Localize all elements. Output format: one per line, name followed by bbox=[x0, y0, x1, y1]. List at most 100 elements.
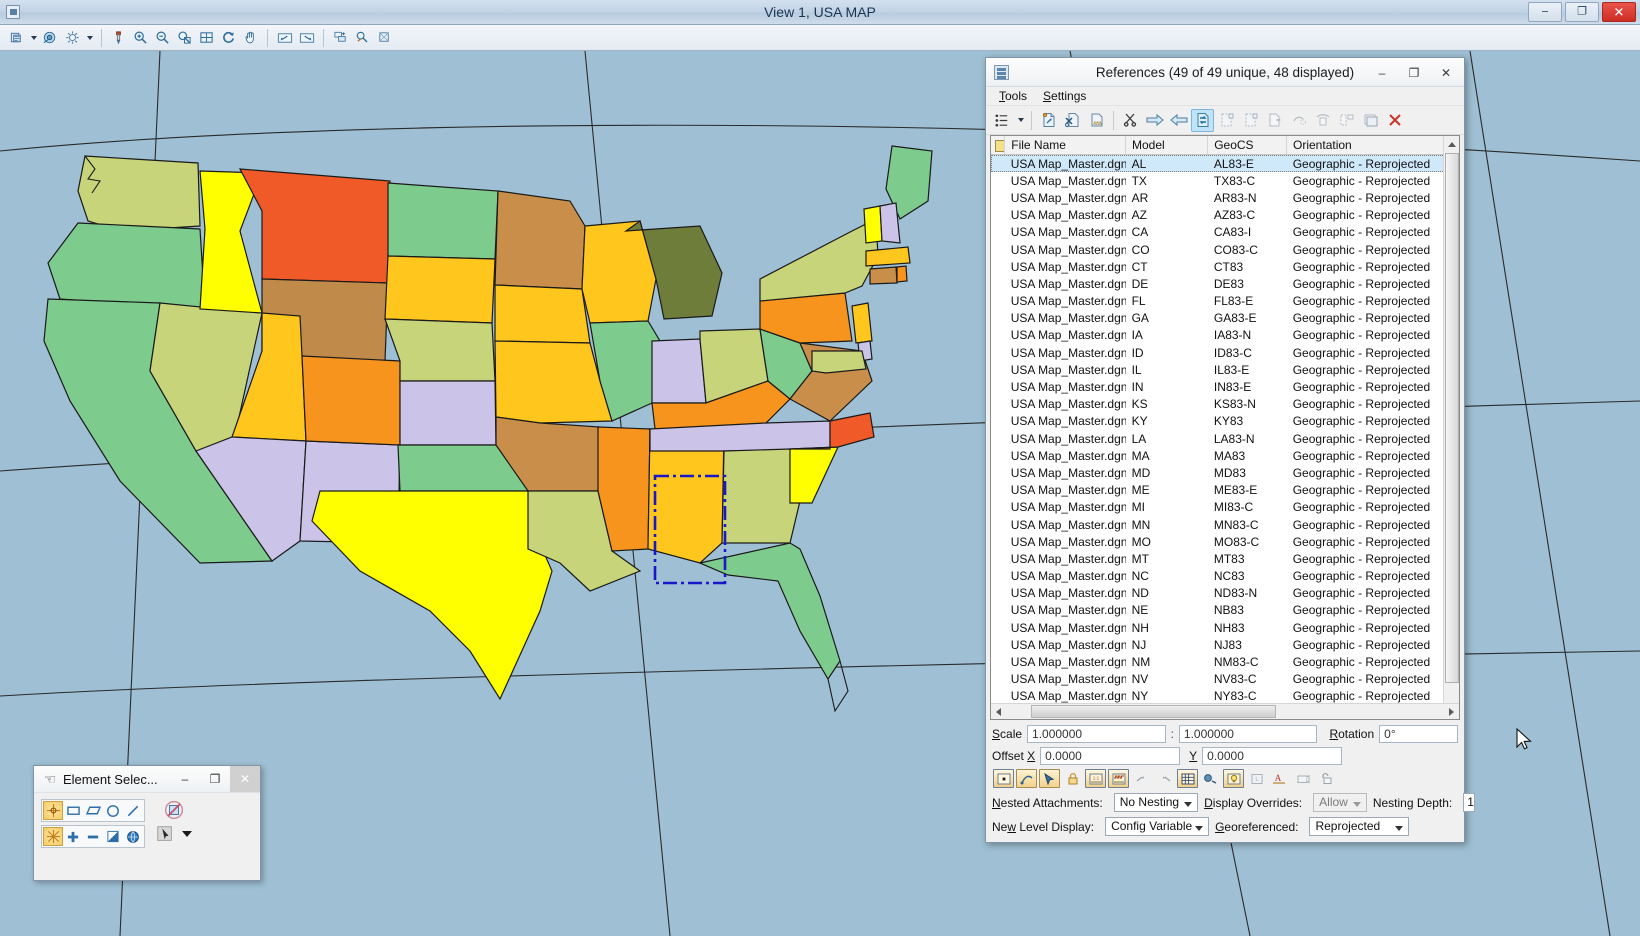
chevron-down-icon[interactable] bbox=[180, 828, 194, 840]
display-overrides-select[interactable]: Allow bbox=[1313, 793, 1367, 812]
table-row[interactable]: USA Map_Master.dgn TX TX83-C Geographic - R… bbox=[991, 172, 1459, 189]
merge-into-master-icon[interactable] bbox=[1287, 109, 1310, 132]
element-selection-minimize-button[interactable]: – bbox=[170, 766, 200, 792]
clip-reference-icon[interactable] bbox=[1119, 109, 1142, 132]
unlock-toggle-icon[interactable] bbox=[1315, 769, 1336, 788]
references-list-body[interactable]: USA Map_Master.dgn AL AL83-E Geographic - R… bbox=[991, 155, 1459, 703]
offset-x-input[interactable]: 0.0000 bbox=[1040, 747, 1181, 765]
mode-clear-all-icon[interactable] bbox=[123, 827, 143, 846]
element-selection-maximize-button[interactable]: ❐ bbox=[200, 766, 230, 792]
table-row[interactable]: USA Map_Master.dgn AR AR83-N Geographic - R… bbox=[991, 189, 1459, 206]
update-view-icon[interactable] bbox=[108, 27, 129, 48]
vertical-scroll-thumb[interactable] bbox=[1445, 153, 1459, 683]
view-previous-icon[interactable] bbox=[274, 27, 295, 48]
view-brightness-dropdown-icon[interactable] bbox=[84, 27, 95, 48]
close-button[interactable]: ✕ bbox=[1602, 2, 1636, 22]
minimize-button[interactable]: – bbox=[1528, 2, 1562, 22]
georeferenced-select[interactable]: Reprojected bbox=[1309, 817, 1410, 836]
select-line-icon[interactable] bbox=[123, 801, 143, 820]
table-row[interactable]: USA Map_Master.dgn IA IA83-N Geographic - R… bbox=[991, 327, 1459, 344]
offset-y-input[interactable]: 0.0000 bbox=[1202, 747, 1343, 765]
horizontal-scroll-thumb[interactable] bbox=[1031, 705, 1276, 718]
select-circle-icon[interactable] bbox=[103, 801, 123, 820]
restore-button[interactable]: ❐ bbox=[1565, 2, 1599, 22]
use-lights-toggle-icon[interactable] bbox=[1223, 769, 1244, 788]
table-row[interactable]: USA Map_Master.dgn KS KS83-N Geographic - R… bbox=[991, 396, 1459, 413]
make-direct-attachment-icon[interactable] bbox=[1311, 109, 1334, 132]
table-row[interactable]: USA Map_Master.dgn NY NY83-C Geographic - R… bbox=[991, 688, 1459, 703]
references-list[interactable]: File Name Model GeoCS Orientation USA Ma… bbox=[990, 135, 1460, 720]
table-row[interactable]: USA Map_Master.dgn MO MO83-C Geographic - R… bbox=[991, 533, 1459, 550]
scroll-left-icon[interactable] bbox=[991, 704, 1007, 719]
table-row[interactable]: USA Map_Master.dgn CO CO83-C Geographic - R… bbox=[991, 241, 1459, 258]
column-header-model[interactable]: Model bbox=[1126, 136, 1209, 154]
table-row[interactable]: USA Map_Master.dgn NE NB83 Geographic - Rep… bbox=[991, 602, 1459, 619]
copy-view-icon[interactable] bbox=[330, 27, 351, 48]
table-row[interactable]: USA Map_Master.dgn ND ND83-N Geographic - R… bbox=[991, 585, 1459, 602]
table-row[interactable]: USA Map_Master.dgn CA CA83-I Geographic - R… bbox=[991, 224, 1459, 241]
select-block-icon[interactable] bbox=[63, 801, 83, 820]
plot-toggle-icon[interactable] bbox=[1131, 769, 1152, 788]
mode-invert-icon[interactable] bbox=[103, 827, 123, 846]
clip-volume-icon[interactable] bbox=[352, 27, 373, 48]
table-row[interactable]: USA Map_Master.dgn DE DE83 Geographic - Rep… bbox=[991, 275, 1459, 292]
scroll-right-icon[interactable] bbox=[1443, 704, 1459, 719]
nesting-depth-input[interactable]: 1 bbox=[1463, 793, 1475, 812]
table-row[interactable]: USA Map_Master.dgn IL IL83-E Geographic - R… bbox=[991, 361, 1459, 378]
activate-reference-icon[interactable] bbox=[1359, 109, 1382, 132]
table-row[interactable]: USA Map_Master.dgn MT MT83 Geographic - Rep… bbox=[991, 550, 1459, 567]
lock-toggle-icon[interactable] bbox=[1062, 769, 1083, 788]
clip-back-toggle-icon[interactable] bbox=[1154, 769, 1175, 788]
move-reference-icon[interactable] bbox=[1143, 109, 1166, 132]
locate-toggle-icon[interactable] bbox=[1039, 769, 1060, 788]
zoom-in-icon[interactable] bbox=[130, 27, 151, 48]
table-row[interactable]: USA Map_Master.dgn FL FL83-E Geographic - R… bbox=[991, 293, 1459, 310]
select-individual-icon[interactable] bbox=[43, 801, 63, 820]
view-next-icon[interactable] bbox=[296, 27, 317, 48]
column-header-orientation[interactable]: Orientation bbox=[1287, 136, 1459, 154]
table-row[interactable]: USA Map_Master.dgn CT CT83 Geographic - Rep… bbox=[991, 258, 1459, 275]
view-attributes-dropdown-icon[interactable] bbox=[28, 27, 39, 48]
table-row[interactable]: USA Map_Master.dgn MD MD83 Geographic - Rep… bbox=[991, 464, 1459, 481]
menu-settings[interactable]: Settings bbox=[1036, 88, 1093, 104]
line-style-scale-toggle-icon[interactable] bbox=[1108, 769, 1129, 788]
fit-view-icon[interactable] bbox=[196, 27, 217, 48]
column-header-geocs[interactable]: GeoCS bbox=[1208, 136, 1288, 154]
table-row[interactable]: USA Map_Master.dgn MN MN83-C Geographic - R… bbox=[991, 516, 1459, 533]
pan-view-icon[interactable] bbox=[240, 27, 261, 48]
level-overrides-toggle-icon[interactable]: L bbox=[1246, 769, 1267, 788]
window-area-icon[interactable] bbox=[174, 27, 195, 48]
table-row[interactable]: USA Map_Master.dgn MI MI83-C Geographic - R… bbox=[991, 499, 1459, 516]
mode-subtract-icon[interactable] bbox=[83, 827, 103, 846]
copy-reference-icon[interactable] bbox=[1167, 109, 1190, 132]
mirror-reference-icon[interactable] bbox=[1215, 109, 1238, 132]
table-row[interactable]: USA Map_Master.dgn ID ID83-C Geographic - R… bbox=[991, 344, 1459, 361]
references-horizontal-scrollbar[interactable] bbox=[991, 703, 1459, 719]
table-row[interactable]: USA Map_Master.dgn AZ AZ83-C Geographic - R… bbox=[991, 207, 1459, 224]
references-minimize-button[interactable]: – bbox=[1366, 60, 1398, 85]
clip-front-toggle-icon[interactable] bbox=[1177, 769, 1198, 788]
new-level-display-select[interactable]: Config Variable bbox=[1105, 817, 1210, 836]
select-shape-icon[interactable] bbox=[83, 801, 103, 820]
display-toggle-icon[interactable] bbox=[993, 769, 1014, 788]
hierarchy-dropdown-icon[interactable] bbox=[1015, 110, 1026, 131]
table-row[interactable]: USA Map_Master.dgn NV NV83-C Geographic - R… bbox=[991, 671, 1459, 688]
element-selection-close-button[interactable]: ✕ bbox=[230, 766, 260, 792]
references-vertical-scrollbar[interactable] bbox=[1443, 136, 1459, 719]
hierarchy-list-icon[interactable] bbox=[991, 109, 1014, 132]
table-row[interactable]: USA Map_Master.dgn KY KY83 Geographic - Rep… bbox=[991, 413, 1459, 430]
table-row[interactable]: USA Map_Master.dgn IN IN83-E Geographic - R… bbox=[991, 378, 1459, 395]
display-raster-toggle-icon[interactable] bbox=[1200, 769, 1221, 788]
view-brightness-icon[interactable] bbox=[62, 27, 83, 48]
view-attributes-icon[interactable] bbox=[6, 27, 27, 48]
table-row[interactable]: USA Map_Master.dgn NH NH83 Geographic - Rep… bbox=[991, 619, 1459, 636]
table-row[interactable]: USA Map_Master.dgn NJ NJ83 Geographic - Rep… bbox=[991, 636, 1459, 653]
view-display-mode-icon[interactable] bbox=[40, 27, 61, 48]
reload-reference-icon[interactable] bbox=[1085, 109, 1108, 132]
table-row[interactable]: USA Map_Master.dgn NC NC83 Geographic - Rep… bbox=[991, 568, 1459, 585]
column-header-marker[interactable] bbox=[991, 136, 1006, 154]
reference-presentation-icon[interactable] bbox=[1335, 109, 1358, 132]
table-row[interactable]: USA Map_Master.dgn LA LA83-N Geographic - R… bbox=[991, 430, 1459, 447]
references-close-button[interactable]: ✕ bbox=[1430, 60, 1462, 85]
table-row[interactable]: USA Map_Master.dgn NM NM83-C Geographic - R… bbox=[991, 653, 1459, 670]
